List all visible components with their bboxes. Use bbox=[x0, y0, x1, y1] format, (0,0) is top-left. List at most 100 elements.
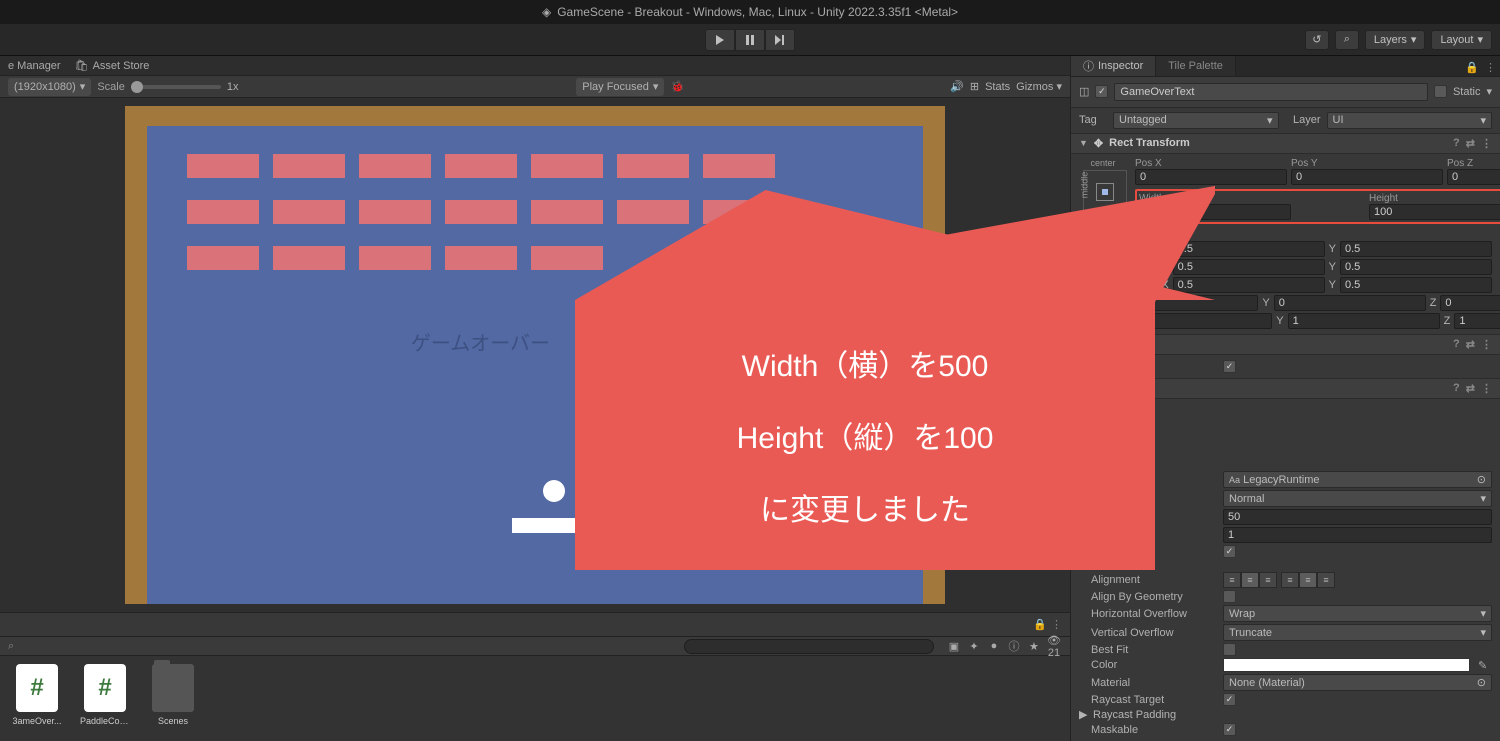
callout-line: Width（横）を500 bbox=[742, 341, 989, 385]
static-checkbox[interactable] bbox=[1434, 85, 1447, 98]
align-center[interactable]: ≡ bbox=[1241, 572, 1259, 588]
asset-item[interactable]: Scenes bbox=[148, 664, 198, 726]
font-dropdown[interactable]: Aa LegacyRuntime⊙ bbox=[1223, 471, 1492, 488]
cull-checkbox[interactable]: ✓ bbox=[1223, 360, 1236, 373]
rich-text-checkbox[interactable]: ✓ bbox=[1223, 545, 1236, 558]
tab-inspector[interactable]: ⓘInspector bbox=[1071, 56, 1156, 76]
star-icon[interactable]: ★ bbox=[1026, 640, 1042, 653]
align-right[interactable]: ≡ bbox=[1259, 572, 1277, 588]
ball bbox=[543, 480, 565, 502]
asset-item[interactable]: #PaddleCon... bbox=[80, 664, 130, 726]
height-input[interactable] bbox=[1369, 204, 1500, 220]
history-icon[interactable]: ↺ bbox=[1305, 30, 1329, 50]
raycast-target-checkbox[interactable]: ✓ bbox=[1223, 693, 1236, 706]
scale-y[interactable] bbox=[1288, 313, 1440, 329]
stats-button[interactable]: Stats bbox=[985, 81, 1010, 93]
layer-dropdown[interactable]: UI▾ bbox=[1327, 112, 1493, 129]
rect-transform-header[interactable]: ▼ ✥ Rect Transform ?⇄⋮ bbox=[1071, 133, 1500, 154]
project-assets: #3ameOver... #PaddleCon... Scenes bbox=[0, 656, 1070, 741]
window-title-bar: ◈ GameScene - Breakout - Windows, Mac, L… bbox=[0, 0, 1500, 24]
callout-line: Height（縦）を100 bbox=[737, 413, 994, 457]
static-dropdown-icon[interactable]: ▾ bbox=[1486, 85, 1492, 98]
posy-input[interactable] bbox=[1291, 169, 1443, 185]
pivot-y[interactable] bbox=[1340, 277, 1492, 293]
window-title: GameScene - Breakout - Windows, Mac, Lin… bbox=[557, 5, 958, 19]
search-input[interactable] bbox=[684, 639, 934, 654]
asset-label: Scenes bbox=[158, 716, 188, 726]
menu-icon[interactable]: ⋮ bbox=[1051, 618, 1062, 631]
align-left[interactable]: ≡ bbox=[1223, 572, 1241, 588]
bug-icon[interactable]: 🐞 bbox=[670, 80, 684, 93]
anchor-center-label: center bbox=[1079, 158, 1127, 168]
hidden-count[interactable]: 👁21 bbox=[1046, 634, 1062, 659]
search-icon[interactable]: ⌕ bbox=[1335, 30, 1359, 50]
color-swatch[interactable] bbox=[1223, 658, 1470, 672]
spacing-input[interactable] bbox=[1223, 527, 1492, 543]
aspect-dropdown[interactable]: (1920x1080)▾ bbox=[8, 78, 91, 96]
style-dropdown[interactable]: Normal▾ bbox=[1223, 490, 1492, 507]
tab-asset-store[interactable]: 🛍Asset Store bbox=[75, 59, 150, 72]
object-header: ◫ ✓ Static ▾ bbox=[1071, 77, 1500, 108]
active-checkbox[interactable]: ✓ bbox=[1095, 85, 1108, 98]
v-overflow-dropdown[interactable]: Truncate▾ bbox=[1223, 624, 1492, 641]
lock-icon[interactable]: 🔒 bbox=[1465, 61, 1479, 74]
anchor-min-y[interactable] bbox=[1340, 241, 1492, 257]
unity-logo-icon: ◈ bbox=[542, 5, 551, 19]
pause-button[interactable] bbox=[735, 29, 765, 51]
anchor-max-y[interactable] bbox=[1340, 259, 1492, 275]
best-fit-checkbox[interactable] bbox=[1223, 643, 1236, 656]
gizmos-dropdown[interactable]: Gizmos ▾ bbox=[1016, 80, 1062, 93]
play-button[interactable] bbox=[705, 29, 735, 51]
object-name-input[interactable] bbox=[1114, 83, 1428, 101]
scale-value: 1x bbox=[227, 81, 239, 93]
info-icon: ⓘ bbox=[1083, 58, 1094, 74]
favorite-icon[interactable]: ✦ bbox=[966, 640, 982, 653]
layers-dropdown[interactable]: Layers▾ bbox=[1365, 30, 1426, 50]
callout-line: に変更しました bbox=[760, 485, 970, 529]
rot-z[interactable] bbox=[1440, 295, 1500, 311]
tag-dropdown[interactable]: Untagged▾ bbox=[1113, 112, 1279, 129]
scale-z[interactable] bbox=[1454, 313, 1500, 329]
help-icon[interactable]: ? bbox=[1453, 137, 1460, 150]
font-size-input[interactable] bbox=[1223, 509, 1492, 525]
lock-icon[interactable]: 🔒 bbox=[1033, 618, 1047, 631]
game-over-label: ゲームオーバー bbox=[411, 327, 550, 356]
rect-transform-icon: ✥ bbox=[1094, 137, 1103, 150]
preset-icon[interactable]: ⇄ bbox=[1466, 137, 1475, 150]
asset-item[interactable]: #3ameOver... bbox=[12, 664, 62, 726]
cube-icon: ◫ bbox=[1079, 85, 1089, 98]
asset-label: 3ameOver... bbox=[12, 716, 61, 726]
search-icon: ⌕ bbox=[8, 640, 14, 653]
maskable-checkbox[interactable]: ✓ bbox=[1223, 723, 1236, 736]
align-geom-checkbox[interactable] bbox=[1223, 590, 1236, 603]
align-mid[interactable]: ≡ bbox=[1299, 572, 1317, 588]
rot-y[interactable] bbox=[1274, 295, 1426, 311]
play-focused-dropdown[interactable]: Play Focused▾ bbox=[576, 78, 664, 96]
raycast-padding-label[interactable]: Raycast Padding bbox=[1093, 709, 1176, 721]
info-icon[interactable]: ⓘ bbox=[1006, 638, 1022, 654]
menu-icon[interactable]: ⋮ bbox=[1485, 61, 1496, 74]
view-footer: 🔒 ⋮ bbox=[0, 612, 1070, 636]
step-button[interactable] bbox=[765, 29, 795, 51]
menu-icon[interactable]: ⋮ bbox=[1481, 137, 1492, 150]
align-bot[interactable]: ≡ bbox=[1317, 572, 1335, 588]
bag-icon: 🛍 bbox=[75, 59, 89, 72]
scale-slider[interactable] bbox=[131, 85, 221, 89]
alignment-buttons: ≡≡≡ ≡≡≡ bbox=[1223, 572, 1335, 588]
filter-icon[interactable]: ▣ bbox=[946, 640, 962, 653]
caret-icon: ▼ bbox=[1079, 138, 1088, 148]
label-icon[interactable]: ● bbox=[986, 640, 1002, 652]
material-field[interactable]: None (Material)⊙ bbox=[1223, 674, 1492, 691]
fx-icon[interactable]: ⊞ bbox=[970, 80, 979, 93]
posz-input[interactable] bbox=[1447, 169, 1500, 185]
h-overflow-dropdown[interactable]: Wrap▾ bbox=[1223, 605, 1492, 622]
audio-icon[interactable]: 🔊 bbox=[950, 80, 964, 93]
folder-icon bbox=[152, 664, 194, 712]
layout-dropdown[interactable]: Layout▾ bbox=[1431, 30, 1492, 50]
tab-manager[interactable]: e Manager bbox=[8, 60, 61, 72]
csharp-icon: # bbox=[16, 664, 58, 712]
align-top[interactable]: ≡ bbox=[1281, 572, 1299, 588]
tab-tile-palette[interactable]: Tile Palette bbox=[1156, 56, 1236, 76]
play-toolbar: ↺ ⌕ Layers▾ Layout▾ bbox=[0, 24, 1500, 56]
static-label: Static bbox=[1453, 86, 1481, 98]
